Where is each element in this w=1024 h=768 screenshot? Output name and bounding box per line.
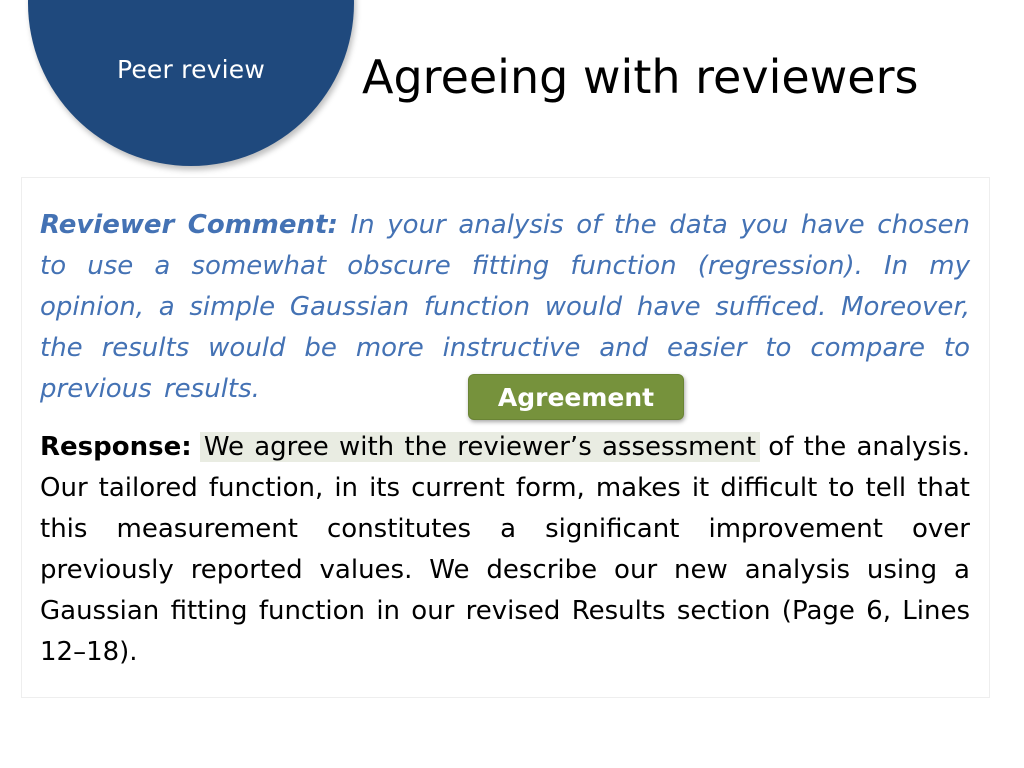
- author-response: Response: We agree with the reviewer’s a…: [40, 427, 970, 673]
- slide-title: Agreeing with reviewers: [362, 50, 919, 104]
- agreement-badge: Agreement: [468, 374, 684, 420]
- response-text: of the analysis. Our tailored function, …: [40, 432, 970, 667]
- response-label: Response:: [40, 432, 192, 462]
- reviewer-comment-label: Reviewer Comment:: [40, 210, 338, 240]
- section-label: Peer review: [116, 55, 266, 84]
- response-highlight: We agree with the reviewer’s assessment: [199, 432, 761, 462]
